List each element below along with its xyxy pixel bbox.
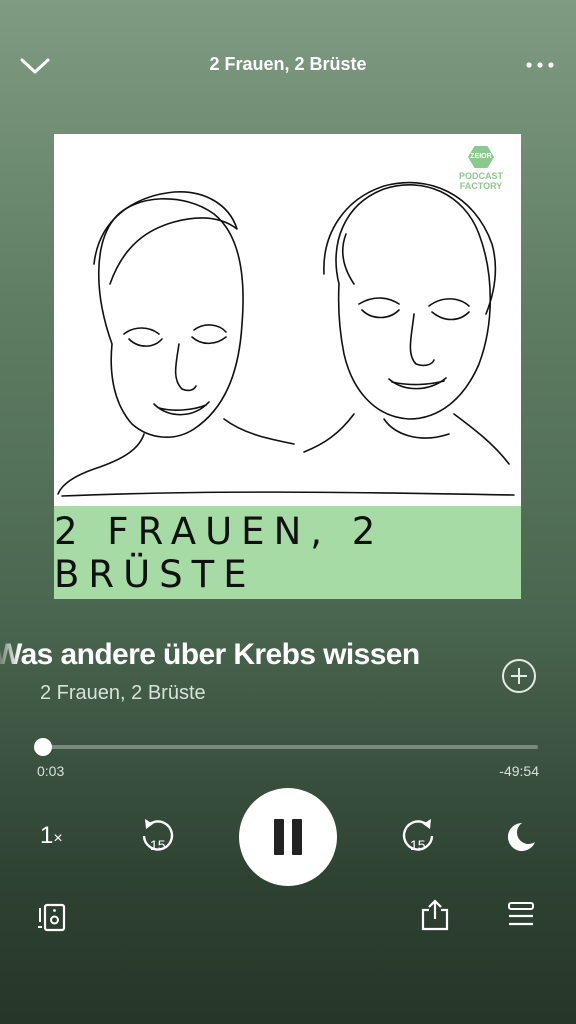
remaining-time: -49:54	[499, 763, 539, 779]
skip-forward-label: 15	[410, 837, 426, 853]
connect-device-button[interactable]	[36, 902, 68, 932]
rewind-15-icon: 15	[142, 819, 174, 853]
playback-speed-button[interactable]: 1×	[40, 822, 63, 850]
queue-icon	[508, 902, 534, 926]
sleep-timer-button[interactable]	[504, 820, 538, 854]
sleep-timer-icon	[507, 822, 535, 851]
skip-forward-button[interactable]: 15	[400, 816, 440, 856]
podcast-cover-art: 2 FRAUEN, 2 BRÜSTE ZEIOR PODCAST FACTORY	[54, 134, 521, 599]
header-title: 2 Frauen, 2 Brüste	[209, 54, 367, 74]
add-to-library-button[interactable]	[501, 658, 537, 694]
podcast-factory-logo: ZEIOR PODCAST FACTORY	[450, 146, 512, 191]
queue-button[interactable]	[506, 900, 536, 930]
progress-handle[interactable]	[34, 738, 52, 756]
logo-badge: ZEIOR	[468, 146, 494, 168]
more-icon	[526, 62, 554, 68]
skip-back-button[interactable]: 15	[136, 816, 176, 856]
cover-title-text: 2 FRAUEN, 2 BRÜSTE	[54, 509, 385, 596]
logo-line-2: FACTORY	[459, 181, 503, 191]
share-icon	[421, 899, 449, 931]
skip-back-label: 15	[150, 837, 166, 853]
logo-line-1: PODCAST	[458, 171, 503, 181]
progress-track[interactable]	[40, 745, 538, 749]
add-icon	[502, 659, 536, 693]
elapsed-time: 0:03	[37, 763, 65, 779]
show-name[interactable]: 2 Frauen, 2 Brüste	[40, 682, 206, 705]
forward-15-icon: 15	[402, 819, 434, 853]
speed-value: 1	[40, 822, 54, 849]
speed-suffix: ×	[53, 830, 63, 847]
devices-icon	[38, 903, 66, 932]
more-options-button[interactable]	[522, 52, 558, 78]
share-button[interactable]	[420, 898, 450, 932]
episode-title: Was andere über Krebs wissen	[0, 638, 420, 671]
pause-button[interactable]	[239, 788, 337, 886]
